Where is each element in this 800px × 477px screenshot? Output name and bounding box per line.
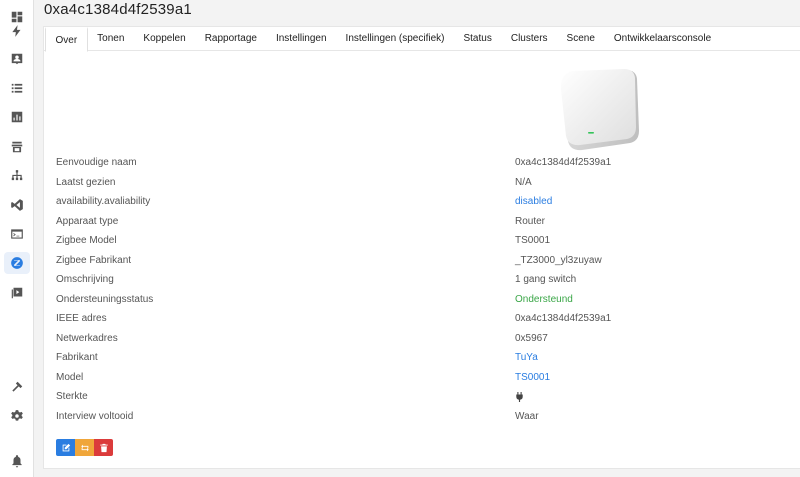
detail-row-device-type: Apparaat type Router xyxy=(56,215,796,229)
tab-status[interactable]: Status xyxy=(454,27,501,51)
detail-row-description: Omschrijving 1 gang switch xyxy=(56,273,796,287)
detail-value: 0x5967 xyxy=(515,332,548,344)
bell-icon[interactable] xyxy=(4,450,30,472)
detail-row-ieee-address: IEEE adres 0xa4c1384d4f2539a1 xyxy=(56,312,796,326)
detail-value: 0xa4c1384d4f2539a1 xyxy=(515,313,612,324)
hammer-icon[interactable] xyxy=(4,376,30,398)
detail-label: Laatst gezien xyxy=(56,176,116,188)
trash-icon xyxy=(99,443,108,452)
tab-scene[interactable]: Scene xyxy=(557,27,604,51)
media-icon[interactable] xyxy=(4,282,30,304)
page-title: 0xa4c1384d4f2539a1 xyxy=(44,1,192,18)
tab-instellingen-specifiek[interactable]: Instellingen (specifiek) xyxy=(336,27,454,51)
detail-value: 1 gang switch xyxy=(515,274,577,285)
detail-label: Interview voltooid xyxy=(56,410,134,422)
reconfigure-button[interactable] xyxy=(75,439,94,456)
detail-label: Netwerkadres xyxy=(56,332,118,344)
detail-row-availability: availability.avaliability disabled xyxy=(56,195,796,209)
tab-rapportage[interactable]: Rapportage xyxy=(195,27,266,51)
detail-label: Zigbee Model xyxy=(56,235,117,246)
plug-icon xyxy=(515,390,524,407)
detail-label: IEEE adres xyxy=(56,313,107,324)
detail-row-manufacturer: Fabrikant TuYa xyxy=(56,351,796,365)
detail-row-zigbee-model: Zigbee Model TS0001 xyxy=(56,234,796,248)
device-image xyxy=(560,69,639,151)
sidebar xyxy=(0,0,34,477)
devices-icon[interactable] xyxy=(4,48,30,70)
tab-ontwikkelaarsconsole[interactable]: Ontwikkelaarsconsole xyxy=(604,27,720,51)
store-icon[interactable] xyxy=(4,136,30,158)
detail-value: TS0001 xyxy=(515,235,551,246)
edit-icon xyxy=(62,443,70,451)
chart-icon[interactable] xyxy=(4,106,30,128)
detail-row-support-status: Ondersteuningsstatus Ondersteund xyxy=(56,293,796,307)
detail-value: Router xyxy=(515,215,546,227)
detail-row-model: Model TS0001 xyxy=(56,371,796,385)
vscode-icon[interactable] xyxy=(4,194,30,216)
tab-koppelen[interactable]: Koppelen xyxy=(134,27,195,51)
tab-over[interactable]: Over xyxy=(45,27,88,52)
detail-label: Zigbee Fabrikant xyxy=(56,254,132,266)
tab-bar: Over Tonen Koppelen Rapportage Instellin… xyxy=(44,27,800,52)
zigbee-icon[interactable] xyxy=(4,252,30,274)
rename-button[interactable] xyxy=(56,439,75,456)
terminal-icon[interactable] xyxy=(4,223,30,245)
remove-button[interactable] xyxy=(94,439,113,456)
tab-clusters[interactable]: Clusters xyxy=(501,27,557,51)
detail-label: Apparaat type xyxy=(56,215,119,227)
swap-icon xyxy=(80,444,89,451)
detail-value: N/A xyxy=(515,176,532,188)
detail-label: availability.avaliability xyxy=(56,196,151,207)
availability-link[interactable]: disabled xyxy=(515,195,552,209)
model-link[interactable]: TS0001 xyxy=(515,371,550,385)
detail-label: Eenvoudige naam xyxy=(56,157,137,168)
detail-label: Model xyxy=(56,371,84,383)
list-icon[interactable] xyxy=(4,77,30,99)
network-map-icon[interactable] xyxy=(4,165,30,187)
detail-value: 0xa4c1384d4f2539a1 xyxy=(515,157,612,168)
detail-label: Ondersteuningsstatus xyxy=(56,293,154,305)
tab-tonen[interactable]: Tonen xyxy=(88,27,134,51)
detail-value: Waar xyxy=(515,410,539,422)
detail-row-interview-completed: Interview voltooid Waar xyxy=(56,410,796,424)
detail-row-zigbee-manufacturer: Zigbee Fabrikant _TZ3000_yl3zuyaw xyxy=(56,254,796,268)
tab-instellingen[interactable]: Instellingen xyxy=(266,27,336,51)
detail-label: Fabrikant xyxy=(56,352,98,363)
device-card: Over Tonen Koppelen Rapportage Instellin… xyxy=(43,26,800,469)
manufacturer-link[interactable]: TuYa xyxy=(515,351,538,365)
detail-row-friendly-name: Eenvoudige naam 0xa4c1384d4f2539a1 xyxy=(56,156,796,170)
device-actions xyxy=(56,439,113,456)
detail-row-power-source: Sterkte xyxy=(56,390,796,404)
detail-row-network-address: Netwerkadres 0x5967 xyxy=(56,332,796,346)
lightning-icon[interactable] xyxy=(4,20,30,42)
detail-label: Omschrijving xyxy=(56,274,114,285)
detail-row-last-seen: Laatst gezien N/A xyxy=(56,176,796,190)
settings-icon[interactable] xyxy=(4,405,30,427)
detail-label: Sterkte xyxy=(56,391,88,402)
support-status-link[interactable]: Ondersteund xyxy=(515,293,573,307)
detail-value: _TZ3000_yl3zuyaw xyxy=(515,254,602,266)
